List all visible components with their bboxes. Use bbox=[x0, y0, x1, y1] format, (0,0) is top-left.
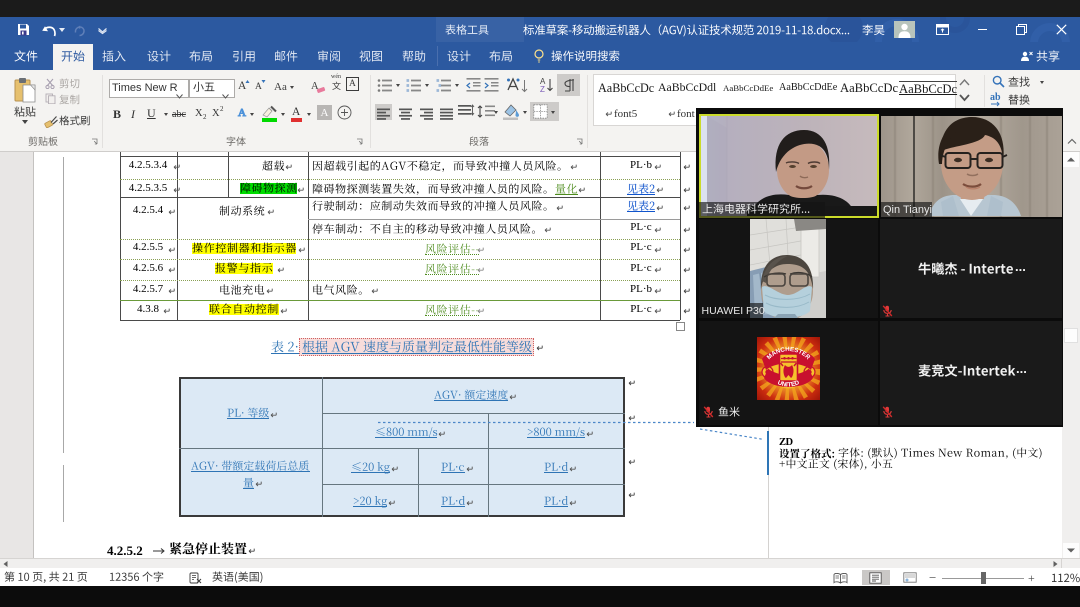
svg-text:Z: Z bbox=[540, 85, 545, 93]
